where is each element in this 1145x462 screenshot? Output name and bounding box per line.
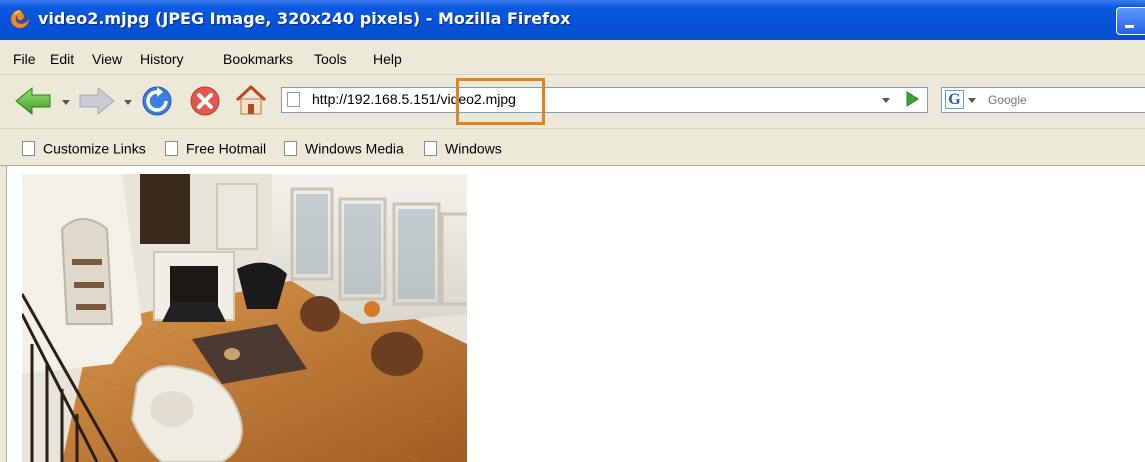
camera-snapshot-image — [22, 174, 467, 462]
url-highlight-box — [456, 78, 545, 125]
menu-file[interactable]: File — [13, 51, 36, 67]
bookmark-page-icon — [22, 141, 35, 156]
reload-icon[interactable] — [141, 85, 173, 117]
search-box[interactable]: G — [941, 87, 1145, 113]
bookmark-windows-media[interactable]: Windows Media — [284, 138, 404, 158]
bookmark-page-icon — [424, 141, 437, 156]
menu-tools[interactable]: Tools — [314, 51, 347, 67]
forward-arrow-icon[interactable] — [76, 85, 116, 117]
navigation-toolbar: http://192.168.5.151/video2.mjpg G — [0, 75, 1145, 129]
window-left-border — [0, 166, 7, 462]
stop-icon[interactable] — [189, 85, 221, 117]
search-input[interactable] — [986, 90, 1140, 110]
bookmark-label: Windows Media — [305, 140, 404, 157]
bookmark-label: Free Hotmail — [186, 140, 267, 157]
menu-history[interactable]: History — [140, 51, 184, 67]
url-host: http://192.168.5.151/ — [312, 91, 441, 107]
menu-edit[interactable]: Edit — [50, 51, 74, 67]
go-arrow-icon[interactable] — [902, 89, 922, 109]
menu-bookmarks[interactable]: Bookmarks — [223, 51, 293, 67]
bookmark-page-icon — [165, 141, 178, 156]
chevron-down-icon — [882, 98, 890, 103]
bookmark-label: Customize Links — [43, 140, 146, 157]
page-icon — [287, 92, 300, 107]
search-engine-dropdown[interactable] — [968, 98, 976, 103]
menu-view[interactable]: View — [92, 51, 122, 67]
menu-bar: File Edit View History Bookmarks Tools H… — [0, 40, 1145, 75]
bookmark-free-hotmail[interactable]: Free Hotmail — [165, 138, 266, 158]
title-bar: video2.mjpg (JPEG Image, 320x240 pixels)… — [0, 0, 1145, 40]
menu-help[interactable]: Help — [373, 51, 402, 67]
bookmark-label: Windows — [445, 140, 502, 157]
bookmark-page-icon — [284, 141, 297, 156]
bookmarks-toolbar: Customize Links Free Hotmail Windows Med… — [0, 129, 1145, 166]
bookmark-customize-links[interactable]: Customize Links — [22, 138, 146, 158]
page-content — [0, 166, 1145, 462]
google-search-engine-icon[interactable]: G — [945, 90, 964, 109]
bookmark-windows[interactable]: Windows — [424, 138, 502, 158]
back-arrow-icon[interactable] — [14, 85, 54, 117]
browser-window: video2.mjpg (JPEG Image, 320x240 pixels)… — [0, 0, 1145, 462]
back-history-dropdown[interactable] — [62, 100, 70, 105]
forward-history-dropdown[interactable] — [124, 100, 132, 105]
minimize-button[interactable] — [1116, 7, 1145, 35]
home-icon[interactable] — [234, 84, 268, 116]
window-title: video2.mjpg (JPEG Image, 320x240 pixels)… — [38, 9, 571, 28]
address-bar[interactable]: http://192.168.5.151/video2.mjpg — [281, 87, 928, 113]
url-history-dropdown[interactable] — [876, 88, 896, 112]
firefox-icon — [11, 10, 29, 28]
